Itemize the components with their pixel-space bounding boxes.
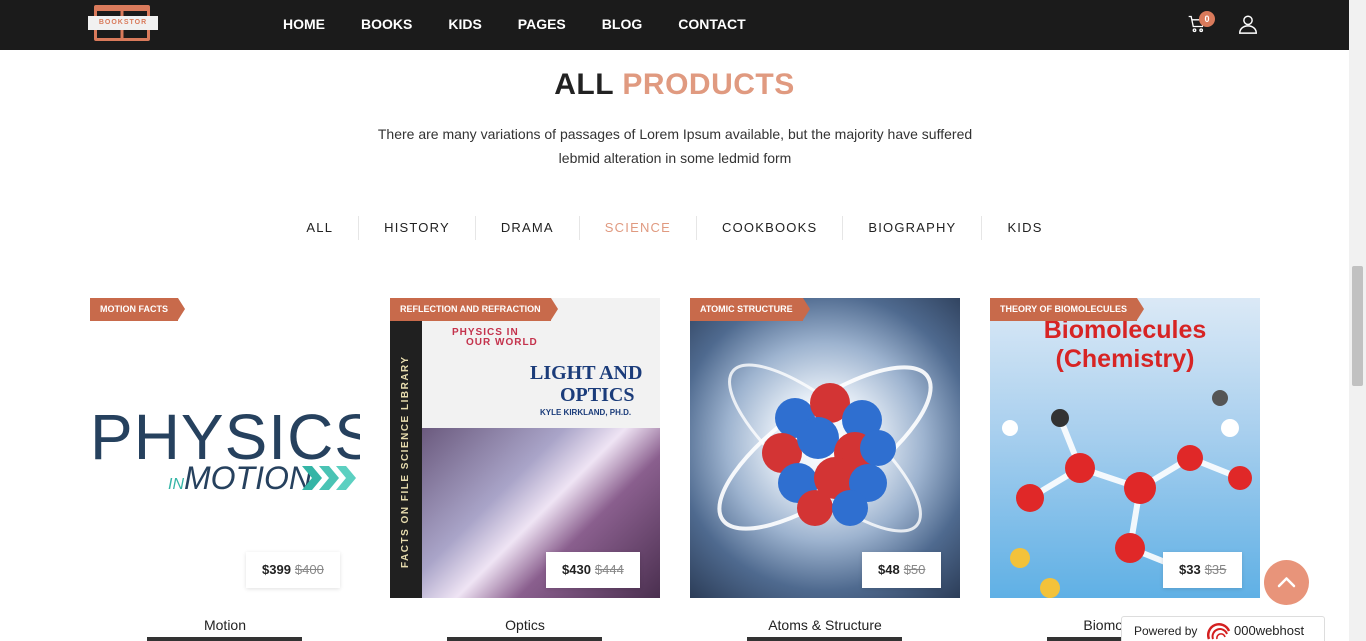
logo-text: BOOKSTOR [88, 16, 158, 30]
cover-motion-text: MOTION [184, 460, 312, 496]
product-underline [147, 637, 302, 641]
product-card-motion[interactable]: MOTION FACTS PHYSICS INMOTION $399 $400 [90, 298, 360, 598]
product-name-atoms[interactable]: Atoms & Structure [690, 617, 960, 633]
current-price: $430 [562, 562, 591, 577]
cart-button[interactable]: 0 [1187, 11, 1215, 36]
cover-in-text: IN [168, 476, 184, 493]
nav-books[interactable]: BOOKS [343, 0, 430, 50]
cover-series: PHYSICS IN OUR WORLD [452, 328, 538, 348]
page-scrollbar[interactable] [1349, 0, 1366, 641]
filter-cookbooks[interactable]: COOKBOOKS [696, 216, 842, 240]
product-price: $399 $400 [246, 552, 340, 588]
cover-title: LIGHT AND OPTICS [530, 362, 642, 406]
nav-kids[interactable]: KIDS [430, 0, 499, 50]
product-card-optics[interactable]: REFLECTION AND REFRACTION FACTS ON FILE … [390, 298, 660, 598]
cart-count-badge: 0 [1199, 11, 1215, 27]
webhost-logo-icon [1207, 622, 1231, 640]
product-price: $430 $444 [546, 552, 640, 588]
product-badge: REFLECTION AND REFRACTION [390, 298, 558, 321]
site-logo[interactable]: BOOKSTOR [88, 5, 158, 43]
section-title-part-1: ALL [554, 68, 614, 101]
cover-author: KYLE KIRKLAND, PH.D. [540, 408, 632, 417]
nav-contact[interactable]: CONTACT [660, 0, 763, 50]
product-name-motion[interactable]: Motion [90, 617, 360, 633]
product-price: $48 $50 [862, 552, 942, 588]
chevrons-icon [302, 466, 356, 490]
cover-title-line-1: LIGHT AND [530, 362, 643, 384]
scrollbar-thumb[interactable] [1352, 266, 1363, 386]
current-price: $33 [1179, 562, 1201, 577]
nav-home[interactable]: HOME [265, 0, 343, 50]
cover-title-line-2: OPTICS [560, 384, 635, 406]
powered-by-text: Powered by [1134, 624, 1198, 638]
powered-by-widget[interactable]: Powered by 000webhost [1121, 616, 1325, 641]
webhost-brand: 000webhost [1234, 623, 1305, 638]
section-title-part-2: PRODUCTS [622, 68, 795, 101]
product-badge: MOTION FACTS [90, 298, 185, 321]
product-price: $33 $35 [1163, 552, 1243, 588]
main-nav: HOME BOOKS KIDS PAGES BLOG CONTACT [265, 0, 764, 50]
old-price: $444 [594, 562, 624, 577]
cover-subtitle: INMOTION [168, 460, 312, 497]
filter-drama[interactable]: DRAMA [474, 216, 579, 240]
old-price: $400 [294, 562, 324, 577]
product-badge: THEORY OF BIOMOLECULES [990, 298, 1145, 321]
filter-history[interactable]: HISTORY [358, 216, 475, 240]
section-subtitle: There are many variations of passages of… [377, 126, 973, 166]
product-name-optics[interactable]: Optics [390, 617, 660, 633]
filter-all[interactable]: ALL [281, 216, 358, 240]
section-title: ALL PRODUCTS [0, 68, 1349, 102]
nav-blog[interactable]: BLOG [584, 0, 660, 50]
spine-text: FACTS ON FILE SCIENCE LIBRARY [400, 355, 411, 568]
product-badge: ATOMIC STRUCTURE [690, 298, 810, 321]
filter-biography[interactable]: BIOGRAPHY [842, 216, 981, 240]
series-line-2: OUR WORLD [466, 337, 538, 348]
back-to-top-button[interactable] [1264, 560, 1309, 605]
product-card-biomolecules[interactable]: THEORY OF BIOMOLECULES Biomolecules (Chem… [990, 298, 1260, 598]
filter-kids[interactable]: KIDS [981, 216, 1067, 240]
current-price: $399 [262, 562, 291, 577]
nav-pages[interactable]: PAGES [500, 0, 584, 50]
current-price: $48 [878, 562, 900, 577]
filter-science[interactable]: SCIENCE [578, 216, 696, 240]
old-price: $50 [903, 562, 926, 577]
top-navbar: BOOKSTOR HOME BOOKS KIDS PAGES BLOG CONT… [0, 0, 1349, 50]
account-button[interactable] [1237, 13, 1259, 35]
category-filters: ALL HISTORY DRAMA SCIENCE COOKBOOKS BIOG… [0, 216, 1349, 240]
product-underline [747, 637, 902, 641]
user-icon [1239, 15, 1257, 34]
old-price: $35 [1204, 562, 1227, 577]
chevron-up-icon [1277, 577, 1296, 588]
product-underline [447, 637, 602, 641]
product-card-atoms[interactable]: ATOMIC STRUCTURE $48 $50 [690, 298, 960, 598]
